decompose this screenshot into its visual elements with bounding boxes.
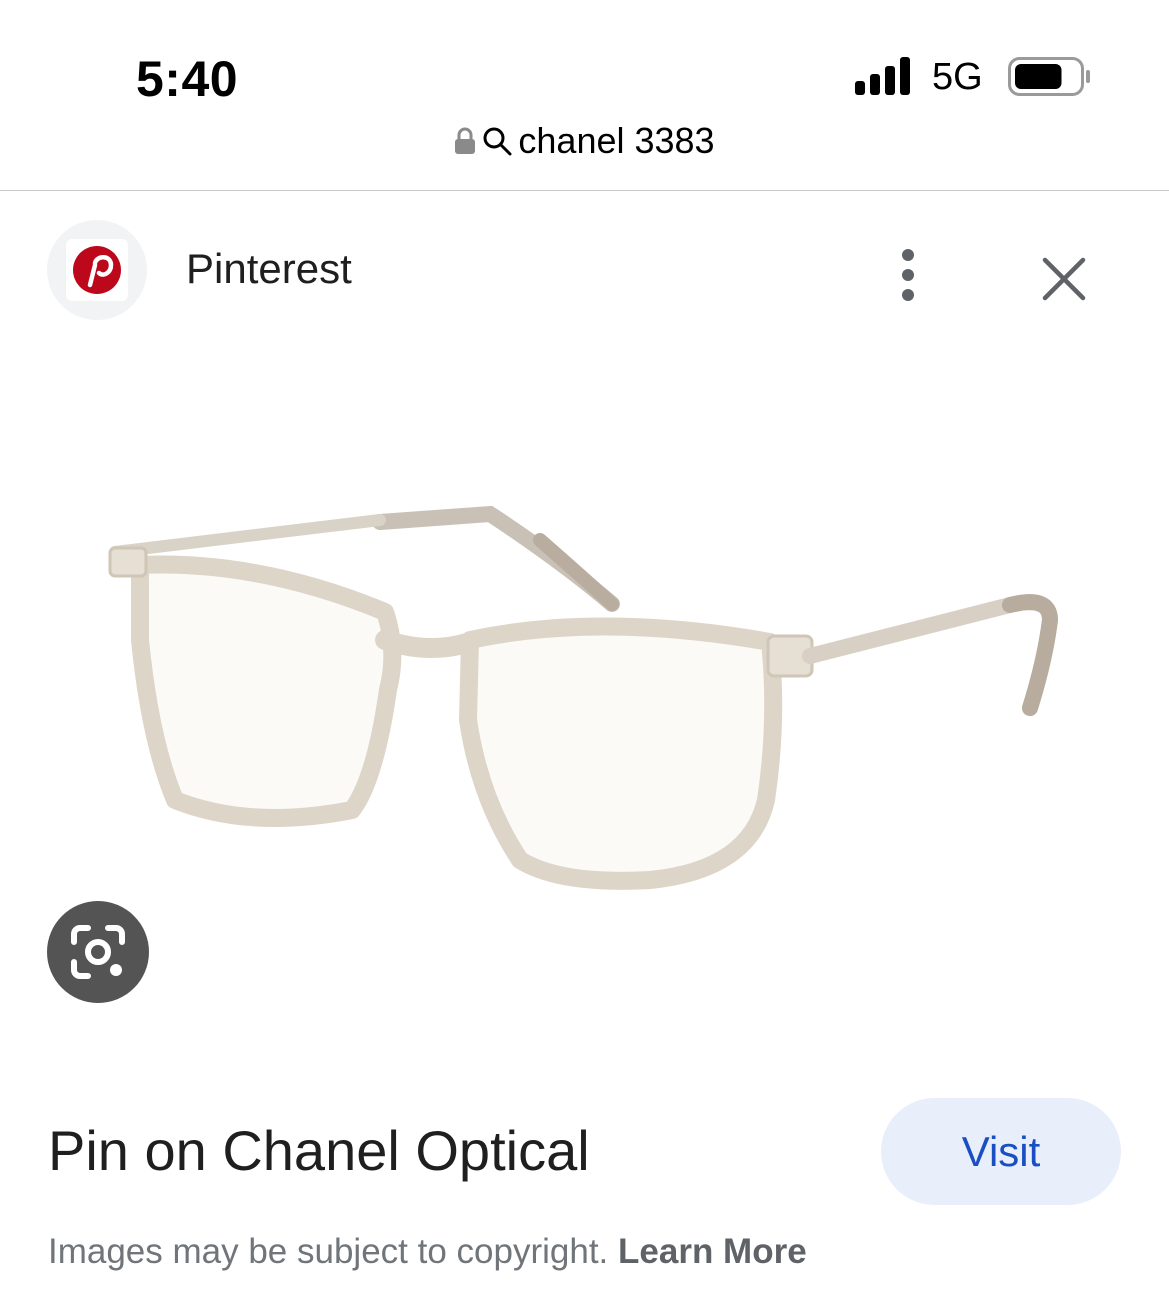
source-avatar[interactable] [47, 220, 147, 320]
google-lens-button[interactable] [47, 901, 149, 1003]
learn-more-link[interactable]: Learn More [618, 1232, 807, 1271]
close-button[interactable] [1035, 250, 1093, 308]
lock-icon [455, 127, 476, 154]
more-vert-icon [902, 249, 914, 301]
more-options-button[interactable] [885, 245, 931, 305]
copyright-notice: Images may be subject to copyright. Lear… [48, 1232, 807, 1272]
header-divider [0, 190, 1169, 191]
search-icon [483, 127, 512, 156]
close-icon [1042, 257, 1086, 301]
battery-icon [1008, 57, 1090, 96]
pinterest-logo-icon [66, 239, 128, 301]
result-image[interactable] [0, 340, 1169, 1070]
visit-button[interactable]: Visit [881, 1098, 1121, 1205]
network-type: 5G [932, 56, 983, 98]
glasses-image [108, 505, 1059, 890]
status-time: 5:40 [136, 51, 239, 107]
signal-strength-icon [855, 57, 910, 95]
search-query-text: chanel 3383 [518, 120, 715, 161]
address-bar[interactable]: chanel 3383 [0, 120, 1169, 172]
lens-camera-icon [71, 925, 125, 979]
source-name[interactable]: Pinterest [186, 245, 352, 293]
source-header: Pinterest [0, 210, 1169, 330]
result-title: Pin on Chanel Optical [48, 1119, 590, 1182]
copyright-text: Images may be subject to copyright. [48, 1232, 609, 1271]
status-bar: 5:40 5G [0, 0, 1169, 110]
